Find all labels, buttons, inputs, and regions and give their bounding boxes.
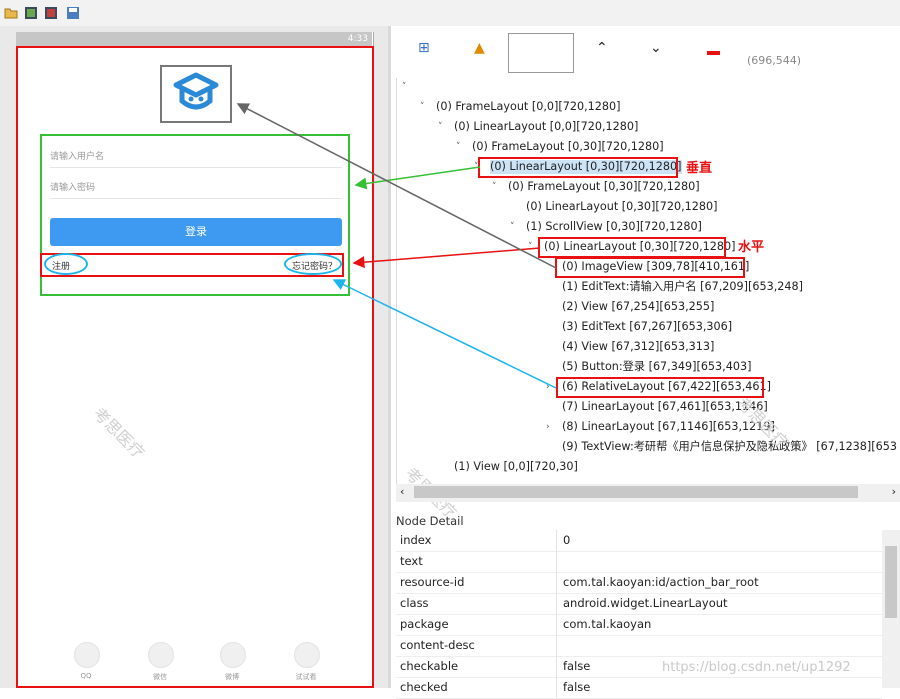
try-label: 试试看 — [295, 673, 317, 681]
username-underline — [50, 167, 342, 168]
tree-toggle[interactable]: ˅ — [456, 142, 461, 152]
tree-node[interactable]: (1) ScrollView [0,30][720,1280] — [526, 220, 702, 234]
tree-node[interactable]: (4) View [67,312][653,313] — [562, 340, 714, 354]
password-input[interactable]: 请输入密码 — [50, 180, 95, 193]
android-status-bar: 4:33 — [16, 32, 372, 46]
previous-icon[interactable]: ⌃ — [596, 40, 608, 56]
detail-row[interactable]: checked false — [396, 677, 882, 699]
save-icon[interactable] — [66, 6, 80, 20]
tree-node[interactable]: (3) EditText [67,267][653,306] — [562, 320, 732, 334]
tree-node[interactable]: (0) FrameLayout [0,30][720,1280] — [508, 180, 700, 194]
folder-open-icon[interactable] — [4, 6, 18, 20]
cursor-coordinates: (696,544) — [747, 54, 802, 67]
wechat-label: 微信 — [153, 673, 167, 681]
weibo-label: 微博 — [225, 673, 239, 681]
detail-value: false — [563, 659, 591, 673]
detail-value: android.widget.LinearLayout — [563, 596, 728, 610]
detail-separator — [556, 593, 557, 614]
detail-separator — [556, 530, 557, 551]
tree-node[interactable]: (0) LinearLayout [0,30][720,1280] — [526, 200, 718, 214]
detail-key: index — [400, 533, 432, 547]
tree-node[interactable]: (2) View [67,254][653,255] — [562, 300, 714, 314]
status-time: 4:33 — [347, 34, 368, 44]
qq-login-icon[interactable] — [74, 642, 100, 668]
detail-separator — [556, 635, 557, 656]
login-button[interactable]: 登录 — [50, 218, 342, 246]
detail-value: 0 — [563, 533, 571, 547]
top-toolbar — [0, 0, 900, 26]
next-icon[interactable]: ⌄ — [650, 40, 662, 56]
scroll-thumb[interactable] — [414, 486, 858, 498]
wechat-login-icon[interactable] — [148, 642, 174, 668]
tree-toggle[interactable]: ˅ — [528, 242, 533, 252]
clear-icon[interactable] — [707, 51, 720, 55]
tree-toggle-root[interactable]: ˅ — [402, 82, 407, 92]
detail-row[interactable]: class android.widget.LinearLayout — [396, 593, 882, 615]
tree-node[interactable]: (0) FrameLayout [0,30][720,1280] — [472, 140, 664, 154]
detail-row[interactable]: content-desc — [396, 635, 882, 657]
tree-highlight-imageview — [555, 257, 745, 278]
detail-key: package — [400, 617, 449, 631]
tree-horizontal-scrollbar[interactable]: ‹ › — [396, 484, 900, 502]
screenshot-compressed-icon[interactable] — [44, 6, 58, 20]
search-box[interactable] — [508, 33, 574, 73]
warning-icon[interactable]: ▲ — [474, 40, 485, 56]
tree-node[interactable]: (1) View [0,0][720,30] — [454, 460, 578, 474]
scroll-thumb[interactable] — [885, 546, 897, 618]
detail-row[interactable]: index 0 — [396, 530, 882, 552]
detail-row[interactable]: package com.tal.kaoyan — [396, 614, 882, 636]
detail-key: class — [400, 596, 429, 610]
detail-key: resource-id — [400, 575, 465, 589]
forgot-oval-highlight — [284, 253, 342, 275]
tree-node[interactable]: (0) FrameLayout [0,0][720,1280] — [436, 100, 620, 114]
tree-node[interactable]: (1) EditText:请输入用户名 [67,209][653,248] — [562, 280, 803, 294]
tree-toggle[interactable]: › — [546, 382, 550, 392]
tree-highlight-horizontal — [538, 237, 726, 258]
tree-node[interactable]: (5) Button:登录 [67,349][653,403] — [562, 360, 751, 374]
tree-toggle[interactable]: ˅ — [510, 222, 515, 232]
password-underline — [50, 198, 342, 199]
tree-highlight-vertical — [478, 157, 678, 178]
detail-separator — [556, 614, 557, 635]
scroll-right-icon[interactable]: › — [892, 485, 896, 498]
detail-value: com.tal.kaoyan — [563, 617, 652, 631]
detail-value: com.tal.kaoyan:id/action_bar_root — [563, 575, 759, 589]
detail-separator — [556, 551, 557, 572]
tree-highlight-relativelayout — [556, 377, 764, 398]
tree-node[interactable]: (9) TextView:考研帮《用户信息保护及隐私政策》 [67,1238][… — [562, 440, 898, 454]
tree-node[interactable]: (8) LinearLayout [67,1146][653,1219] — [562, 420, 775, 434]
detail-vertical-scrollbar[interactable] — [882, 530, 900, 688]
username-input[interactable]: 请输入用户名 — [50, 149, 104, 162]
tree-toggle[interactable]: ˅ — [492, 182, 497, 192]
detail-key: text — [400, 554, 423, 568]
register-oval-highlight — [44, 253, 88, 275]
csdn-watermark: https://blog.csdn.net/up1292 — [662, 660, 851, 675]
tree-toggle[interactable]: › — [546, 422, 550, 432]
detail-key: checkable — [400, 659, 459, 673]
detail-separator — [556, 656, 557, 677]
detail-row[interactable]: text — [396, 551, 882, 573]
node-detail-title: Node Detail — [396, 514, 464, 528]
expand-all-icon[interactable]: ⊞ — [418, 40, 430, 56]
app-logo — [160, 65, 232, 123]
tree-toggle[interactable]: ˅ — [438, 122, 443, 132]
try-login-icon[interactable] — [294, 642, 320, 668]
detail-separator — [556, 572, 557, 593]
screenshot-icon[interactable] — [24, 6, 38, 20]
annotation-vertical: 垂直 — [686, 161, 713, 176]
detail-row[interactable]: resource-id com.tal.kaoyan:id/action_bar_… — [396, 572, 882, 594]
tree-toggle[interactable]: ˅ — [420, 102, 425, 112]
inspector-toolbar — [391, 26, 900, 78]
tree-node[interactable]: (0) LinearLayout [0,0][720,1280] — [454, 120, 638, 134]
scroll-left-icon[interactable]: ‹ — [400, 485, 404, 498]
qq-label: QQ — [80, 672, 92, 680]
panel-divider[interactable] — [388, 26, 391, 688]
detail-key: content-desc — [400, 638, 475, 652]
weibo-login-icon[interactable] — [220, 642, 246, 668]
annotation-horizontal: 水平 — [738, 240, 765, 255]
